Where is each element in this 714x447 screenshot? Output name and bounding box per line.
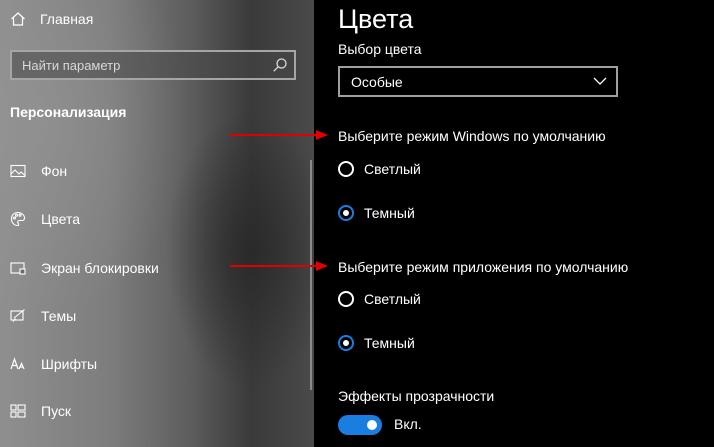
annotation-arrow-icon [230,130,328,140]
toggle-knob [367,420,377,430]
sidebar: Главная Персонализация Фон Цвета Экран б… [0,0,314,447]
search-input[interactable] [12,52,262,78]
radio-label: Светлый [364,291,421,307]
transparency-label: Эффекты прозрачности [338,388,495,404]
main-panel: Цвета Выбор цвета Особые Выберите режим … [314,0,714,447]
radio-circle-checked[interactable] [338,205,354,221]
app-mode-light-radio[interactable]: Светлый [338,288,421,310]
sidebar-scrollbar[interactable] [310,160,312,390]
picture-icon [10,164,26,178]
sidebar-item-label: Цвета [41,211,80,227]
start-icon [10,404,26,418]
page-title: Цвета [338,4,414,34]
sidebar-item-label: Экран блокировки [41,260,159,276]
sidebar-item-label: Пуск [41,403,72,419]
sidebar-item-label: Шрифты [41,356,98,372]
home-link[interactable]: Главная [10,8,93,30]
radio-label: Темный [364,335,415,351]
windows-mode-title: Выберите режим Windows по умолчанию [338,128,606,144]
home-icon [11,12,25,26]
windows-mode-dark-radio[interactable]: Темный [338,202,415,224]
sidebar-item-lock-screen[interactable]: Экран блокировки [10,256,159,280]
sidebar-item-colors[interactable]: Цвета [10,207,80,231]
radio-label: Темный [364,205,415,221]
radio-label: Светлый [364,161,421,177]
palette-icon [10,211,26,227]
dropdown-value: Особые [351,74,403,90]
home-label: Главная [40,11,94,27]
sidebar-item-background[interactable]: Фон [10,159,67,183]
windows-mode-light-radio[interactable]: Светлый [338,158,421,180]
radio-circle-checked[interactable] [338,335,354,351]
fonts-icon [10,357,25,370]
lock-screen-icon [10,262,26,275]
section-title: Персонализация [10,104,127,120]
transparency-toggle[interactable] [338,415,382,435]
color-choice-dropdown[interactable]: Особые [338,66,618,97]
app-mode-dark-radio[interactable]: Темный [338,332,415,354]
sidebar-item-label: Темы [41,308,77,324]
sidebar-item-themes[interactable]: Темы [10,304,76,328]
sidebar-item-fonts[interactable]: Шрифты [10,352,97,376]
radio-circle[interactable] [338,161,354,177]
themes-icon [10,309,25,322]
sidebar-item-label: Фон [41,163,68,179]
sidebar-item-start[interactable]: Пуск [10,399,71,423]
chevron-down-icon [593,77,607,85]
annotation-arrow-icon [230,261,328,271]
app-mode-title: Выберите режим приложения по умолчанию [338,259,629,275]
search-box[interactable] [10,50,296,80]
search-icon[interactable] [272,57,288,73]
color-choice-label: Выбор цвета [338,41,422,57]
radio-circle[interactable] [338,291,354,307]
transparency-state: Вкл. [394,416,422,432]
